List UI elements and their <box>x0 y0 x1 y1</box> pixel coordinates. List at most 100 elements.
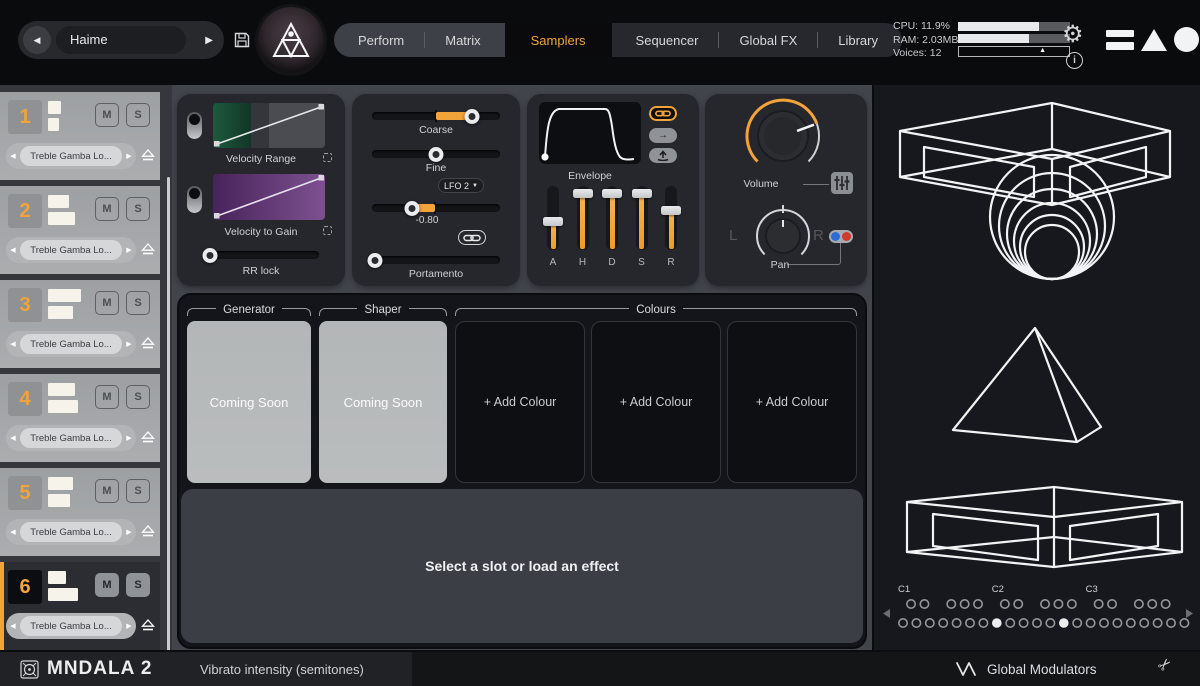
next-sample-icon[interactable]: ▶ <box>122 434 136 442</box>
settings-gear-icon[interactable]: ⚙ <box>1062 20 1084 48</box>
eject-icon[interactable] <box>141 337 155 349</box>
env-slider-s[interactable]: S <box>629 186 655 268</box>
prev-sample-icon[interactable]: ◀ <box>6 246 20 254</box>
tab-segment-active: Samplers <box>505 23 612 57</box>
info-icon[interactable]: i <box>1066 52 1083 69</box>
solo-button[interactable]: S <box>126 479 150 503</box>
save-icon[interactable] <box>233 31 251 49</box>
eject-icon[interactable] <box>141 619 155 631</box>
limit-slider[interactable]: ▲ <box>958 46 1070 57</box>
eject-icon[interactable] <box>141 243 155 255</box>
link-button[interactable] <box>458 230 486 245</box>
sample-selector[interactable]: ◀Treble Gamba Lo...▶ <box>6 613 136 639</box>
prev-sample-icon[interactable]: ◀ <box>6 434 20 442</box>
coarse-slider[interactable] <box>372 112 500 120</box>
sidebar-scrollbar[interactable] <box>167 177 170 686</box>
mute-button[interactable]: M <box>95 385 119 409</box>
preset-prev-icon[interactable]: ◀ <box>23 26 51 54</box>
effect-placeholder: Select a slot or load an effect <box>181 489 863 643</box>
prev-sample-icon[interactable]: ◀ <box>6 528 20 536</box>
mute-button[interactable]: M <box>95 197 119 221</box>
sample-selector[interactable]: ◀Treble Gamba Lo...▶ <box>6 237 136 263</box>
preset-next-icon[interactable]: ▶ <box>205 21 213 59</box>
preset-name[interactable]: Haime <box>56 26 186 54</box>
expand-icon[interactable] <box>323 153 332 162</box>
limit-marker-icon[interactable]: ▲ <box>1039 47 1046 54</box>
eject-icon[interactable] <box>141 525 155 537</box>
slider-cap[interactable] <box>632 189 652 198</box>
sampler-slot-5[interactable]: 5MS◀Treble Gamba Lo...▶ <box>0 468 160 556</box>
sampler-slot-6[interactable]: 6MS◀Treble Gamba Lo...▶ <box>0 562 160 650</box>
lfo-source-dropdown[interactable]: LFO 2▼ <box>438 178 484 193</box>
velocity-gain-graph[interactable] <box>213 174 325 220</box>
slider-cap[interactable] <box>543 217 563 226</box>
mixer-faders-icon[interactable] <box>831 172 853 194</box>
env-stage-label: D <box>608 257 615 268</box>
svg-text:C3: C3 <box>1086 584 1098 595</box>
add-colour-button[interactable]: + Add Colour <box>455 321 585 483</box>
envelope-graph[interactable] <box>539 102 641 164</box>
prev-sample-icon[interactable]: ◀ <box>6 152 20 160</box>
rr-lock-slider[interactable] <box>207 251 319 259</box>
mute-button[interactable]: M <box>95 103 119 127</box>
expand-icon[interactable] <box>323 226 332 235</box>
sample-selector[interactable]: ◀Treble Gamba Lo...▶ <box>6 425 136 451</box>
tab-global-fx[interactable]: Global FX <box>719 33 817 48</box>
mntra-logo-button[interactable] <box>258 7 324 73</box>
env-slider-a[interactable]: A <box>540 186 566 268</box>
next-sample-icon[interactable]: ▶ <box>122 340 136 348</box>
tab-samplers[interactable]: Samplers <box>511 33 606 48</box>
mute-button[interactable]: M <box>95 479 119 503</box>
sampler-slot-list: 1MS◀Treble Gamba Lo...▶2MS◀Treble Gamba … <box>0 85 172 650</box>
key-range-display[interactable]: C1C2C3 <box>878 580 1198 632</box>
velocity-gain-toggle[interactable] <box>187 186 202 213</box>
mute-button[interactable]: M <box>95 291 119 315</box>
sampler-slot-3[interactable]: 3MS◀Treble Gamba Lo...▶ <box>0 280 160 368</box>
prev-sample-icon[interactable]: ◀ <box>6 340 20 348</box>
sample-selector[interactable]: ◀Treble Gamba Lo...▶ <box>6 331 136 357</box>
sample-selector[interactable]: ◀Treble Gamba Lo...▶ <box>6 519 136 545</box>
velocity-range-graph[interactable] <box>213 103 325 148</box>
add-colour-button[interactable]: + Add Colour <box>727 321 857 483</box>
prev-sample-icon[interactable]: ◀ <box>6 622 20 630</box>
tab-perform[interactable]: Perform <box>338 33 424 48</box>
stereo-mode-toggle[interactable] <box>829 230 853 243</box>
sampler-slot-4[interactable]: 4MS◀Treble Gamba Lo...▶ <box>0 374 160 462</box>
slider-cap[interactable] <box>573 189 593 198</box>
tab-sequencer[interactable]: Sequencer <box>616 33 719 48</box>
volume-knob[interactable] <box>741 94 825 178</box>
next-sample-icon[interactable]: ▶ <box>122 528 136 536</box>
mod-amount-slider[interactable] <box>372 204 500 212</box>
velocity-range-toggle[interactable] <box>187 112 202 139</box>
portamento-slider[interactable] <box>372 256 500 264</box>
slider-cap[interactable] <box>602 189 622 198</box>
envelope-export-button[interactable] <box>649 148 677 163</box>
tab-matrix[interactable]: Matrix <box>425 33 500 48</box>
add-colour-button[interactable]: + Add Colour <box>591 321 721 483</box>
next-sample-icon[interactable]: ▶ <box>122 246 136 254</box>
envelope-link-button[interactable] <box>649 106 677 121</box>
slider-cap[interactable] <box>661 206 681 215</box>
solo-button[interactable]: S <box>126 573 150 597</box>
preset-selector[interactable]: ◀ Haime ▶ <box>18 21 224 59</box>
env-slider-h[interactable]: H <box>570 186 596 268</box>
tab-library[interactable]: Library <box>818 33 898 48</box>
envelope-copy-button[interactable]: → <box>649 128 677 143</box>
next-sample-icon[interactable]: ▶ <box>122 152 136 160</box>
eject-icon[interactable] <box>141 149 155 161</box>
next-sample-icon[interactable]: ▶ <box>122 622 136 630</box>
solo-button[interactable]: S <box>126 197 150 221</box>
scissors-icon[interactable]: ✂ <box>1153 653 1176 676</box>
env-slider-r[interactable]: R <box>658 186 684 268</box>
global-modulators[interactable]: Global Modulators <box>955 652 1097 686</box>
sampler-slot-1[interactable]: 1MS◀Treble Gamba Lo...▶ <box>0 92 160 180</box>
eject-icon[interactable] <box>141 431 155 443</box>
solo-button[interactable]: S <box>126 385 150 409</box>
solo-button[interactable]: S <box>126 291 150 315</box>
sample-selector[interactable]: ◀Treble Gamba Lo...▶ <box>6 143 136 169</box>
mute-button[interactable]: M <box>95 573 119 597</box>
sampler-slot-2[interactable]: 2MS◀Treble Gamba Lo...▶ <box>0 186 160 274</box>
fine-slider[interactable] <box>372 150 500 158</box>
solo-button[interactable]: S <box>126 103 150 127</box>
env-slider-d[interactable]: D <box>599 186 625 268</box>
